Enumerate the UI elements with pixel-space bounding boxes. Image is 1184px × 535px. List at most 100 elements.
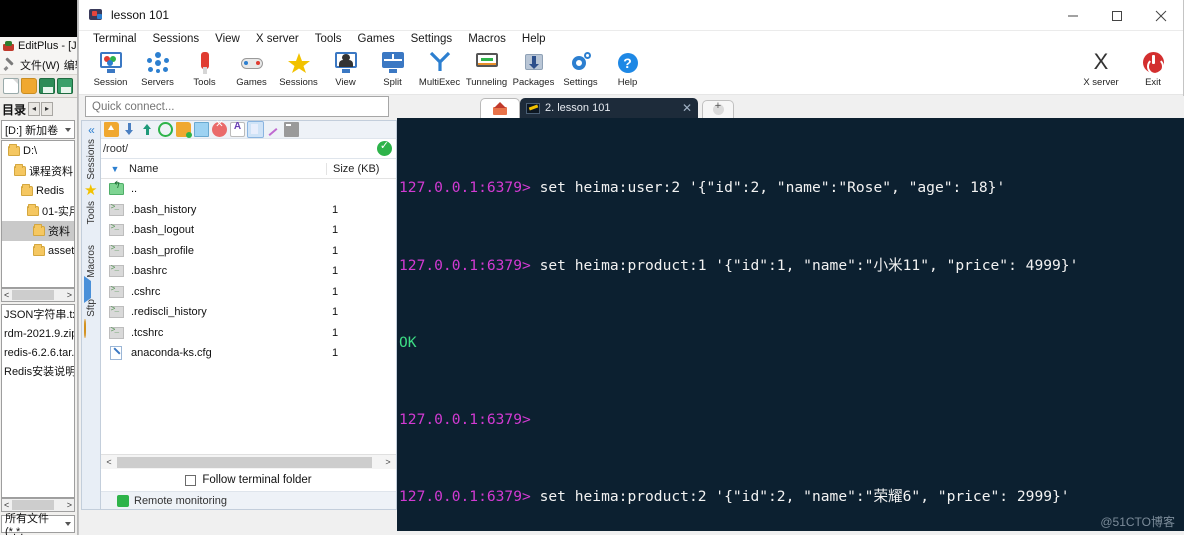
table-row[interactable]: .tcshrc 1	[101, 323, 396, 344]
table-row[interactable]: anaconda-ks.cfg 1	[101, 343, 396, 364]
menu-games[interactable]: Games	[350, 31, 403, 48]
tree-horizontal-scrollbar[interactable]: < >	[1, 288, 75, 302]
open-file-icon[interactable]	[21, 78, 37, 94]
toolbar-right-group[interactable]: X X server Exit	[1075, 48, 1179, 88]
list-item[interactable]: Redis安装说明.	[2, 363, 74, 382]
upload-icon[interactable]	[140, 122, 155, 137]
maximize-button[interactable]	[1095, 0, 1139, 31]
spin-prev-button[interactable]: ◂	[28, 102, 41, 116]
file-browser-toolbar[interactable]	[101, 119, 396, 139]
scroll-left-arrow[interactable]: <	[2, 290, 9, 300]
directory-tree[interactable]: D:\ 课程资料 Redis 01-实用 资料 assets	[1, 140, 75, 288]
editplus-menu-edit[interactable]: 编辑	[64, 57, 77, 73]
editplus-menu-file[interactable]: 文件(W)	[20, 57, 60, 73]
terminal-icon[interactable]	[284, 122, 299, 137]
menu-tools[interactable]: Tools	[307, 31, 350, 48]
scroll-left-arrow[interactable]: <	[102, 455, 116, 469]
sidebar-item-macros[interactable]: Macros	[86, 245, 97, 278]
toolbar-packages-button[interactable]: Packages	[510, 48, 557, 88]
tree-item-ziliao[interactable]: 资料	[2, 221, 74, 241]
delete-icon[interactable]	[212, 119, 227, 137]
scroll-right-arrow[interactable]: >	[67, 290, 74, 300]
toolbar-tunneling-button[interactable]: Tunneling	[463, 48, 510, 88]
close-button[interactable]	[1139, 0, 1183, 31]
tab-close-icon[interactable]: ✕	[682, 101, 692, 115]
quick-connect-input[interactable]	[85, 96, 389, 117]
table-row[interactable]: .bash_profile 1	[101, 241, 396, 262]
globe-icon[interactable]	[84, 318, 99, 338]
spin-next-button[interactable]: ▸	[41, 102, 54, 116]
toolbar-tools-button[interactable]: Tools	[181, 48, 228, 88]
save-icon[interactable]	[39, 78, 55, 94]
terminal-tabstrip[interactable]: 2. lesson 101 ✕	[397, 96, 1184, 118]
knife-icon[interactable]	[84, 227, 99, 242]
toolbar-games-button[interactable]: Games	[228, 48, 275, 88]
editplus-file-list[interactable]: JSON字符串.txt rdm-2021.9.zip redis-6.2.6.t…	[1, 304, 75, 498]
new-file-icon[interactable]	[3, 78, 19, 94]
follow-terminal-folder-row[interactable]: Follow terminal folder	[101, 469, 396, 491]
file-list-header[interactable]: ▼ Name Size (KB)	[101, 159, 396, 179]
sftp-file-browser[interactable]: /root/ ▼ Name Size (KB) ..	[100, 119, 397, 510]
scroll-right-arrow[interactable]: >	[67, 500, 74, 510]
scrollbar-thumb[interactable]	[117, 457, 372, 468]
tree-item-root[interactable]: D:\	[2, 141, 74, 161]
download-icon[interactable]	[122, 122, 137, 137]
toolbar-split-button[interactable]: Split	[369, 48, 416, 88]
toolbar-xserver-button[interactable]: X X server	[1075, 48, 1127, 89]
menu-macros[interactable]: Macros	[460, 31, 514, 48]
toolbar-servers-button[interactable]: Servers	[134, 48, 181, 88]
new-file-icon[interactable]	[194, 122, 209, 137]
menu-view[interactable]: View	[207, 31, 248, 48]
file-filter-select[interactable]: 所有文件 (*.*,	[1, 513, 75, 535]
terminal-output[interactable]: 127.0.0.1:6379> set heima:user:2 '{"id":…	[397, 118, 1184, 531]
tab-home[interactable]	[480, 98, 520, 118]
menu-terminal[interactable]: Terminal	[85, 31, 144, 48]
remote-monitoring-row[interactable]: Remote monitoring	[101, 491, 396, 509]
tab-lesson-101[interactable]: 2. lesson 101 ✕	[520, 98, 698, 118]
list-item[interactable]: redis-6.2.6.tar.	[2, 344, 74, 363]
toolbar-multiexec-button[interactable]: MultiExec	[416, 48, 463, 88]
tree-item-redis[interactable]: Redis	[2, 181, 74, 201]
star-icon[interactable]: ★	[84, 183, 99, 198]
scrollbar-thumb[interactable]	[12, 500, 54, 510]
sidebar-item-tools[interactable]: Tools	[86, 201, 97, 224]
column-header-name[interactable]: Name	[129, 163, 326, 175]
refresh-icon[interactable]	[158, 122, 173, 137]
minimize-button[interactable]	[1051, 0, 1095, 31]
editplus-menubar[interactable]: 文件(W) 编辑	[0, 55, 77, 74]
list-item[interactable]: JSON字符串.txt	[2, 306, 74, 325]
table-row[interactable]: .bash_history 1	[101, 200, 396, 221]
file-list-horizontal-scrollbar[interactable]: < >	[101, 454, 396, 469]
collapse-sidebar-icon[interactable]: «	[88, 124, 95, 136]
drive-select[interactable]: [D:] 新加卷	[1, 120, 75, 139]
tree-item-assets[interactable]: assets	[2, 241, 74, 261]
menu-settings[interactable]: Settings	[403, 31, 461, 48]
tree-item-01shiyong[interactable]: 01-实用	[2, 201, 74, 221]
table-row[interactable]: .cshrc 1	[101, 282, 396, 303]
menu-help[interactable]: Help	[514, 31, 554, 48]
scroll-left-arrow[interactable]: <	[2, 500, 9, 510]
quick-connect-row[interactable]	[85, 96, 389, 118]
menu-x-server[interactable]: X server	[248, 31, 307, 48]
scrollbar-thumb[interactable]	[12, 290, 54, 300]
sidebar-tabstrip[interactable]: « Sessions ★ Tools Macros Sftp	[81, 120, 101, 510]
menubar[interactable]: Terminal Sessions View X server Tools Ga…	[79, 31, 1183, 48]
tree-item-kecheng[interactable]: 课程资料	[2, 161, 74, 181]
sidebar-item-sftp[interactable]: Sftp	[86, 299, 97, 317]
table-row[interactable]: .rediscli_history 1	[101, 302, 396, 323]
file-list[interactable]: .. .bash_history 1 .bash_logout 1	[101, 179, 396, 467]
paper-plane-icon[interactable]	[84, 275, 99, 303]
follow-terminal-folder-checkbox[interactable]	[185, 474, 197, 486]
editplus-window[interactable]: EditPlus - [JSO 文件(W) 编辑 目录 ◂ ▸ [D:] 新加卷	[0, 0, 78, 535]
save-all-icon[interactable]	[57, 78, 73, 94]
table-row[interactable]: .bashrc 1	[101, 261, 396, 282]
list-item[interactable]: rdm-2021.9.zip	[2, 325, 74, 344]
table-row[interactable]: ..	[101, 179, 396, 200]
scroll-right-arrow[interactable]: >	[381, 455, 395, 469]
column-header-size[interactable]: Size (KB)	[326, 162, 396, 175]
window-controls[interactable]	[1051, 0, 1183, 31]
sort-descending-icon[interactable]: ▼	[101, 164, 129, 174]
toolbar-help-button[interactable]: ? Help	[604, 48, 651, 88]
magic-wand-icon[interactable]	[266, 122, 281, 137]
bookmark-icon[interactable]	[247, 121, 264, 138]
